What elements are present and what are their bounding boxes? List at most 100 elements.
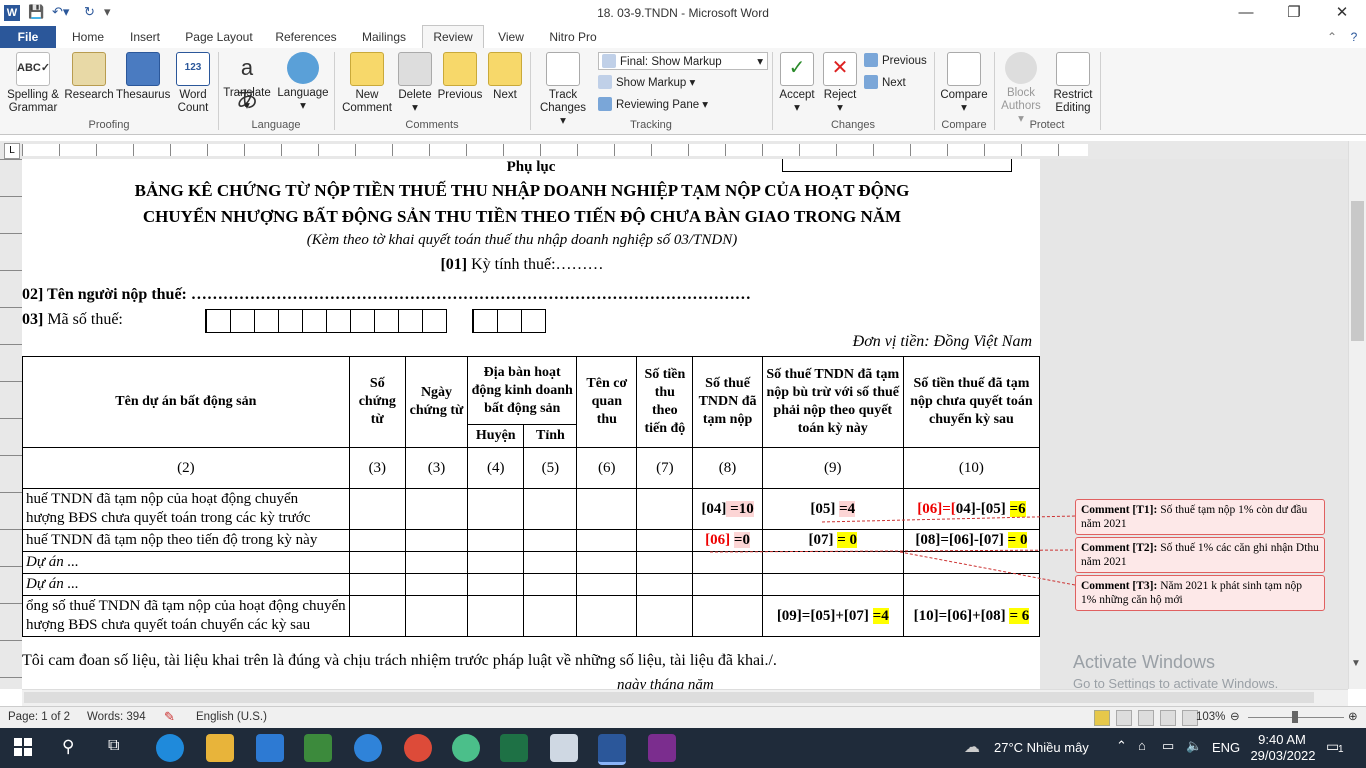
row-label: Dự án ... [22,573,350,596]
tab-references[interactable]: References [268,26,344,48]
comment-t2[interactable]: Comment [T2]: Số thuế 1% các căn ghi nhậ… [1075,537,1325,573]
minimize-button[interactable]: — [1226,2,1266,24]
tab-view[interactable]: View [490,26,532,48]
page-count[interactable]: Page: 1 of 2 [8,711,70,723]
tab-page-layout[interactable]: Page Layout [178,26,260,48]
collapse-ribbon-icon[interactable]: ⌃ [1322,26,1342,48]
next-change-button[interactable]: Next [864,74,906,92]
weather-icon[interactable]: ☁ [964,737,980,757]
spelling-grammar-button[interactable]: ABC✓ Spelling & Grammar [4,52,62,115]
horizontal-scrollbar[interactable] [22,689,1348,707]
word-count-button[interactable]: 123 Word Count [174,52,212,115]
scroll-thumb[interactable] [1351,201,1364,341]
next-comment-button[interactable]: Next [486,52,524,102]
previous-change-button[interactable]: Previous [864,52,927,70]
battery-icon[interactable]: ▭ [1162,738,1174,754]
calculator-icon[interactable] [550,734,578,762]
next-label: Next [493,89,517,101]
horizontal-ruler[interactable]: L [0,141,1348,160]
reject-dropdown-icon: ▾ [837,102,843,114]
edge-icon[interactable] [156,734,184,762]
row-label: ổng số thuế TNDN đã tạm nộp của hoạt độn… [22,595,350,637]
accept-icon: ✓ [780,52,814,86]
row-label-line2: hượng BĐS chưa quyết toán trong các kỳ t… [26,510,311,526]
proofing-errors-icon[interactable]: ✎ [164,709,175,725]
hscroll-thumb[interactable] [24,692,1314,703]
tab-review[interactable]: Review [422,25,484,48]
scroll-down-icon[interactable]: ▼ [1351,658,1361,669]
outline-icon[interactable] [1160,710,1176,726]
language-label: Language [277,87,329,99]
comment-t1[interactable]: Comment [T1]: Số thuế tạm nộp 1% còn dư … [1075,499,1325,535]
col-number: (8) [692,447,763,489]
start-icon[interactable] [14,738,32,756]
show-markup-button[interactable]: Show Markup ▾ [598,74,695,92]
accept-button[interactable]: ✓ Accept ▾ [776,52,818,115]
title-bar: W 💾 ↶▾ ↻ ▾ 18. 03-9.TNDN - Microsoft Wor… [0,0,1366,26]
word-taskbar-icon[interactable] [598,734,626,765]
block-authors-button[interactable]: Block Authors ▾ [998,52,1044,126]
search-icon[interactable]: ⚲ [62,737,74,757]
winrar-icon[interactable] [648,734,676,762]
tracking-group-label: Tracking [630,119,672,131]
header-doc-number: Số chứng từ [348,356,406,448]
tab-nitro-pro[interactable]: Nitro Pro [542,26,604,48]
tab-mailings[interactable]: Mailings [352,26,416,48]
task-view-icon[interactable]: ⧉ [108,737,119,755]
word-count-icon: 123 [176,52,210,86]
tab-insert[interactable]: Insert [120,26,170,48]
zoom-level[interactable]: 103% [1196,711,1225,723]
delete-comment-button[interactable]: Delete ▾ [394,52,436,115]
help-icon[interactable]: ? [1344,26,1364,48]
network-icon[interactable]: ⌂ [1138,738,1146,753]
thesaurus-button[interactable]: Thesaurus [116,52,170,102]
compare-label: Compare [940,89,988,101]
track-changes-button[interactable]: Track Changes ▾ [536,52,590,128]
clock-date[interactable]: 29/03/2022 [1248,748,1318,763]
tab-selector-icon[interactable]: L [4,143,20,159]
volume-icon[interactable]: 🔈 [1186,738,1202,754]
zoom-in-icon[interactable]: ⊕ [1348,709,1358,723]
zalo-icon[interactable] [354,734,382,762]
tab-file[interactable]: File [0,26,56,48]
col-number: (3) [404,447,469,489]
appendix-label: Phụ lục [506,159,556,175]
language-button[interactable]: Language ▾ [276,52,330,113]
compare-group-label: Compare [941,119,987,131]
word-count[interactable]: Words: 394 [87,711,146,723]
new-comment-button[interactable]: New Comment [340,52,394,115]
restrict-editing-button[interactable]: Restrict Editing [1048,52,1098,115]
markup-select[interactable]: Final: Show Markup ▾ [598,52,768,70]
header-province: Tỉnh [523,424,578,448]
store-icon[interactable] [304,734,332,762]
print-layout-icon[interactable] [1094,710,1110,726]
research-button[interactable]: Research [64,52,114,102]
compare-button[interactable]: Compare ▾ [938,52,990,115]
zoom-slider-thumb[interactable] [1292,711,1298,723]
app-icon[interactable] [452,734,480,762]
comment-t3[interactable]: Comment [T3]: Năm 2021 k phát sinh tạm n… [1075,575,1325,611]
vertical-scrollbar[interactable]: ▼ [1348,141,1366,689]
translate-button[interactable]: aあ Translate ▾ [222,52,272,113]
previous-comment-button[interactable]: Previous [436,52,484,102]
web-layout-icon[interactable] [1138,710,1154,726]
close-button[interactable]: ✕ [1322,2,1362,24]
tab-home[interactable]: Home [62,26,114,48]
reviewing-pane-button[interactable]: Reviewing Pane ▾ [598,96,708,114]
tray-chevron-icon[interactable]: ⌃ [1116,738,1127,754]
file-explorer-icon[interactable] [206,734,234,762]
full-screen-reading-icon[interactable] [1116,710,1132,726]
reject-button[interactable]: ✕ Reject ▾ [820,52,860,115]
tax-id-line: 03] Mã số thuế: [22,311,123,329]
editing-label: Editing [1055,102,1091,114]
excel-icon[interactable] [500,734,528,762]
zoom-out-icon[interactable]: ⊖ [1230,709,1240,723]
input-language[interactable]: ENG [1212,740,1240,755]
chrome-icon[interactable] [404,734,432,762]
clock-time[interactable]: 9:40 AM [1252,732,1312,747]
language-status[interactable]: English (U.S.) [196,711,267,723]
markup-icon [602,54,616,68]
weather-text[interactable]: 27°C Nhiều mây [994,740,1089,755]
mail-icon[interactable] [256,734,284,762]
restore-button[interactable]: ❐ [1274,2,1314,24]
